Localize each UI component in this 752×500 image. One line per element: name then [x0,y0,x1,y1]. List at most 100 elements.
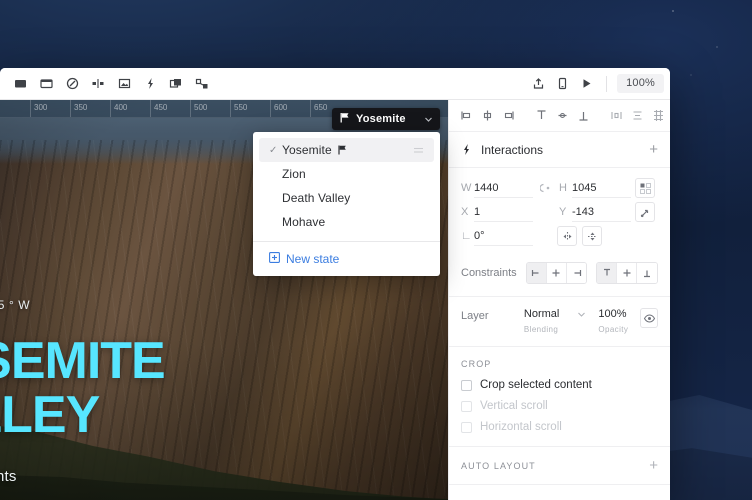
state-selector-button[interactable]: Yosemite [332,108,440,130]
distribute-group [607,106,668,126]
width-field[interactable]: W 1440 [461,179,533,198]
align-top-icon[interactable] [532,106,551,126]
constraint-center-v-icon[interactable] [617,263,638,283]
height-field[interactable]: H 1045 [559,179,631,198]
checkbox-icon [461,400,472,412]
lightning-icon [461,143,481,156]
blending-caption: Blending [523,325,559,334]
menu-item-yosemite[interactable]: ✓ Yosemite [259,138,434,162]
ruler-tick: 500 [190,100,207,117]
ruler-tick: 650 [310,100,327,117]
flip-horizontal-icon[interactable] [557,226,577,246]
flag-icon [338,145,347,155]
wallpaper-star [690,74,692,76]
y-value[interactable]: -143 [572,203,631,222]
crop-selected-content-label: Crop selected content [480,379,592,391]
play-icon[interactable] [574,73,598,95]
wallpaper-star [716,46,718,48]
components-icon[interactable] [190,73,214,95]
opacity-control[interactable]: 100% Opacity [598,308,628,334]
new-state-button[interactable]: New state [253,242,440,276]
y-field[interactable]: Y -143 [559,203,631,222]
folder-icon[interactable] [34,73,58,95]
slash-circle-icon[interactable] [60,73,84,95]
menu-item-death-valley[interactable]: Death Valley [259,186,434,210]
chevron-down-icon [424,115,433,124]
distribute-horizontal-icon[interactable] [607,106,626,126]
artboard-hero-subtitle: Giants [0,468,17,485]
flag-icon [340,110,350,128]
vertical-scroll-row: Vertical scroll [461,400,658,412]
device-icon[interactable] [550,73,574,95]
ruler-tick: 350 [70,100,87,117]
state-dropdown-menu: ✓ Yosemite Zion Death Valley Mohave New … [253,132,440,276]
vertical-scroll-label: Vertical scroll [480,400,548,412]
alignment-toolbar [449,100,670,132]
width-label: W [461,182,472,194]
align-horizontal-group [457,106,518,126]
distribute-vertical-icon[interactable] [628,106,647,126]
menu-item-zion[interactable]: Zion [259,162,434,186]
height-value[interactable]: 1045 [572,179,631,198]
blending-select[interactable]: Normal [524,308,586,320]
x-field[interactable]: X 1 [461,203,533,222]
rotation-value[interactable]: 0° [474,227,533,246]
add-interaction-button[interactable]: + [649,142,658,157]
frame-icon[interactable] [8,73,32,95]
eye-icon[interactable] [640,308,658,328]
constraint-top-icon[interactable] [597,263,618,283]
wallpaper-star [672,10,674,12]
interactions-section-header[interactable]: Interactions + [449,132,670,168]
opacity-value: 100% [598,308,627,320]
constraint-left-icon[interactable] [526,263,547,283]
rotation-field[interactable]: ∟ 0° [461,227,533,246]
align-right-icon[interactable] [499,106,518,126]
x-value[interactable]: 1 [474,203,533,222]
corner-radius-icon[interactable] [635,178,655,198]
chevron-down-icon [577,310,586,319]
layer-section: Layer Normal Blending 100% Opacity [449,297,670,347]
share-icon[interactable] [526,73,550,95]
crop-section: CROP Crop selected content Vertical scro… [449,347,670,447]
layer-label: Layer [461,310,489,322]
constraint-right-icon[interactable] [566,263,587,283]
flip-vertical-icon[interactable] [582,226,602,246]
top-toolbar: 100% [0,68,670,100]
horizontal-scroll-row: Horizontal scroll [461,421,658,433]
layers-icon[interactable] [164,73,188,95]
crop-selected-content-row[interactable]: Crop selected content [461,379,658,391]
ruler-tick: 300 [30,100,47,117]
distribute-icon[interactable] [86,73,110,95]
opacity-caption: Opacity [598,325,629,334]
width-value[interactable]: 1440 [474,179,533,198]
drag-handle-icon[interactable] [413,146,424,155]
menu-item-label: Zion [282,167,306,181]
blending-control[interactable]: Normal Blending [524,308,586,334]
lightning-icon[interactable] [138,73,162,95]
constraint-center-h-icon[interactable] [546,263,567,283]
link-ratio-icon[interactable] [533,182,559,194]
menu-item-label: Yosemite [282,143,332,157]
checkmark-icon: ✓ [269,144,278,156]
ruler-tick: 600 [270,100,287,117]
constraint-bottom-icon[interactable] [637,263,657,283]
zoom-level[interactable]: 100% [617,74,664,93]
add-auto-layout-button[interactable]: + [649,458,658,473]
scale-tool-icon[interactable] [635,202,655,222]
tidy-up-icon[interactable] [649,106,668,126]
ruler-tick: 450 [150,100,167,117]
auto-layout-heading: AUTO LAYOUT [461,460,536,471]
align-vertical-center-icon[interactable] [553,106,572,126]
constraints-label: Constraints [461,267,517,279]
geometry-section: W 1440 H 1045 X 1 Y -143 ∟ 0° [449,168,670,254]
image-icon[interactable] [112,73,136,95]
opacity-input[interactable]: 100% [598,308,628,320]
align-bottom-icon[interactable] [574,106,593,126]
align-left-icon[interactable] [457,106,476,126]
align-horizontal-center-icon[interactable] [478,106,497,126]
checkbox-icon[interactable] [461,379,472,391]
auto-layout-section-header[interactable]: AUTO LAYOUT + [449,447,670,485]
constraints-horizontal-group [525,262,588,284]
menu-item-mohave[interactable]: Mohave [259,210,434,234]
align-vertical-group [532,106,593,126]
